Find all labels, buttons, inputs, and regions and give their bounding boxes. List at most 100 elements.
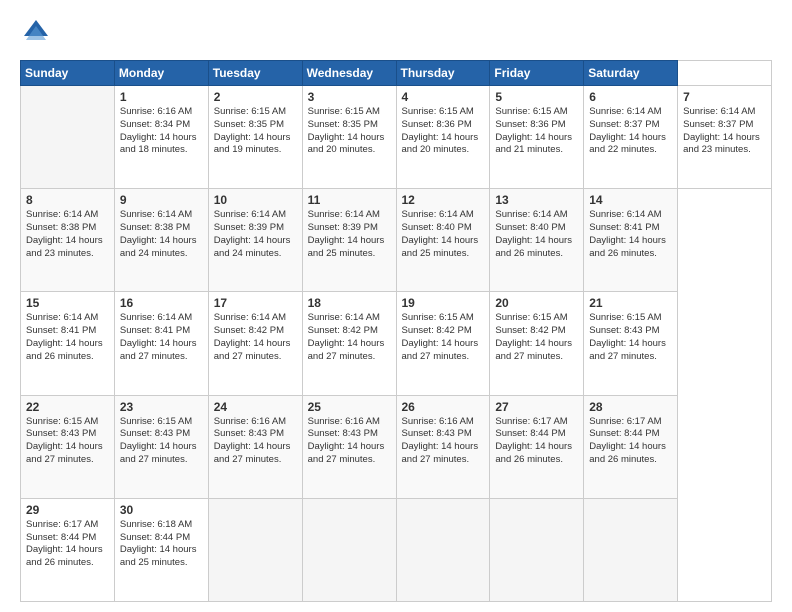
cell-details: Sunrise: 6:16 AMSunset: 8:43 PMDaylight:… (402, 416, 485, 467)
day-number: 1 (120, 90, 203, 104)
cell-details: Sunrise: 6:15 AMSunset: 8:42 PMDaylight:… (495, 312, 578, 363)
day-number: 6 (589, 90, 672, 104)
day-number: 22 (26, 400, 109, 414)
day-number: 26 (402, 400, 485, 414)
day-number: 12 (402, 193, 485, 207)
calendar-cell (302, 498, 396, 601)
day-number: 3 (308, 90, 391, 104)
cell-details: Sunrise: 6:16 AMSunset: 8:43 PMDaylight:… (214, 416, 297, 467)
page: SundayMondayTuesdayWednesdayThursdayFrid… (0, 0, 792, 612)
week-row-4: 29Sunrise: 6:17 AMSunset: 8:44 PMDayligh… (21, 498, 772, 601)
cell-details: Sunrise: 6:15 AMSunset: 8:35 PMDaylight:… (308, 106, 391, 157)
cell-details: Sunrise: 6:15 AMSunset: 8:43 PMDaylight:… (26, 416, 109, 467)
calendar-cell: 2 Sunrise: 6:15 AMSunset: 8:35 PMDaylight… (208, 86, 302, 189)
calendar-table: SundayMondayTuesdayWednesdayThursdayFrid… (20, 60, 772, 602)
calendar-cell: 25 Sunrise: 6:16 AMSunset: 8:43 PMDayligh… (302, 395, 396, 498)
cell-details: Sunrise: 6:14 AMSunset: 8:41 PMDaylight:… (589, 209, 672, 260)
cell-details: Sunrise: 6:14 AMSunset: 8:41 PMDaylight:… (26, 312, 109, 363)
week-row-1: 8 Sunrise: 6:14 AMSunset: 8:38 PMDaylight… (21, 189, 772, 292)
cell-details: Sunrise: 6:15 AMSunset: 8:36 PMDaylight:… (495, 106, 578, 157)
calendar-cell: 11 Sunrise: 6:14 AMSunset: 8:39 PMDayligh… (302, 189, 396, 292)
calendar-cell: 17 Sunrise: 6:14 AMSunset: 8:42 PMDayligh… (208, 292, 302, 395)
calendar-cell: 29Sunrise: 6:17 AMSunset: 8:44 PMDayligh… (21, 498, 115, 601)
calendar-cell: 15 Sunrise: 6:14 AMSunset: 8:41 PMDayligh… (21, 292, 115, 395)
day-header-sunday: Sunday (21, 61, 115, 86)
cell-details: Sunrise: 6:14 AMSunset: 8:42 PMDaylight:… (214, 312, 297, 363)
calendar-cell: 3 Sunrise: 6:15 AMSunset: 8:35 PMDaylight… (302, 86, 396, 189)
cell-details: Sunrise: 6:14 AMSunset: 8:40 PMDaylight:… (402, 209, 485, 260)
calendar-cell: 6 Sunrise: 6:14 AMSunset: 8:37 PMDaylight… (584, 86, 678, 189)
calendar-cell: 4 Sunrise: 6:15 AMSunset: 8:36 PMDaylight… (396, 86, 490, 189)
calendar-cell: 5 Sunrise: 6:15 AMSunset: 8:36 PMDaylight… (490, 86, 584, 189)
day-header-tuesday: Tuesday (208, 61, 302, 86)
cell-details: Sunrise: 6:17 AMSunset: 8:44 PMDaylight:… (589, 416, 672, 467)
calendar-cell: 20 Sunrise: 6:15 AMSunset: 8:42 PMDayligh… (490, 292, 584, 395)
week-row-0: 1 Sunrise: 6:16 AMSunset: 8:34 PMDaylight… (21, 86, 772, 189)
day-number: 7 (683, 90, 766, 104)
cell-details: Sunrise: 6:17 AMSunset: 8:44 PMDaylight:… (495, 416, 578, 467)
calendar-cell (208, 498, 302, 601)
day-number: 14 (589, 193, 672, 207)
cell-details: Sunrise: 6:14 AMSunset: 8:38 PMDaylight:… (26, 209, 109, 260)
calendar-cell: 23Sunrise: 6:15 AMSunset: 8:43 PMDayligh… (114, 395, 208, 498)
cell-details: Sunrise: 6:15 AMSunset: 8:43 PMDaylight:… (589, 312, 672, 363)
calendar-cell: 22 Sunrise: 6:15 AMSunset: 8:43 PMDayligh… (21, 395, 115, 498)
cell-details: Sunrise: 6:14 AMSunset: 8:41 PMDaylight:… (120, 312, 203, 363)
cell-details: Sunrise: 6:14 AMSunset: 8:39 PMDaylight:… (308, 209, 391, 260)
calendar-cell: 1 Sunrise: 6:16 AMSunset: 8:34 PMDaylight… (114, 86, 208, 189)
calendar-cell (584, 498, 678, 601)
cell-details: Sunrise: 6:14 AMSunset: 8:38 PMDaylight:… (120, 209, 203, 260)
calendar-cell (396, 498, 490, 601)
calendar-cell: 16Sunrise: 6:14 AMSunset: 8:41 PMDayligh… (114, 292, 208, 395)
calendar-cell: 10 Sunrise: 6:14 AMSunset: 8:39 PMDayligh… (208, 189, 302, 292)
day-header-wednesday: Wednesday (302, 61, 396, 86)
calendar-cell (490, 498, 584, 601)
day-number: 29 (26, 503, 109, 517)
day-number: 11 (308, 193, 391, 207)
cell-details: Sunrise: 6:15 AMSunset: 8:42 PMDaylight:… (402, 312, 485, 363)
day-header-thursday: Thursday (396, 61, 490, 86)
day-number: 2 (214, 90, 297, 104)
calendar-cell: 27Sunrise: 6:17 AMSunset: 8:44 PMDayligh… (490, 395, 584, 498)
day-number: 25 (308, 400, 391, 414)
day-number: 10 (214, 193, 297, 207)
calendar-cell: 13 Sunrise: 6:14 AMSunset: 8:40 PMDayligh… (490, 189, 584, 292)
cell-details: Sunrise: 6:15 AMSunset: 8:35 PMDaylight:… (214, 106, 297, 157)
day-number: 13 (495, 193, 578, 207)
week-row-3: 22 Sunrise: 6:15 AMSunset: 8:43 PMDayligh… (21, 395, 772, 498)
cell-details: Sunrise: 6:14 AMSunset: 8:39 PMDaylight:… (214, 209, 297, 260)
day-number: 28 (589, 400, 672, 414)
day-header-friday: Friday (490, 61, 584, 86)
day-number: 21 (589, 296, 672, 310)
day-number: 8 (26, 193, 109, 207)
calendar-cell: 21 Sunrise: 6:15 AMSunset: 8:43 PMDayligh… (584, 292, 678, 395)
cell-details: Sunrise: 6:14 AMSunset: 8:37 PMDaylight:… (589, 106, 672, 157)
calendar-cell: 9Sunrise: 6:14 AMSunset: 8:38 PMDaylight… (114, 189, 208, 292)
calendar-cell: 7 Sunrise: 6:14 AMSunset: 8:37 PMDaylight… (678, 86, 772, 189)
cell-details: Sunrise: 6:14 AMSunset: 8:42 PMDaylight:… (308, 312, 391, 363)
cell-details: Sunrise: 6:16 AMSunset: 8:43 PMDaylight:… (308, 416, 391, 467)
cell-details: Sunrise: 6:15 AMSunset: 8:36 PMDaylight:… (402, 106, 485, 157)
cell-details: Sunrise: 6:16 AMSunset: 8:34 PMDaylight:… (120, 106, 203, 157)
cell-details: Sunrise: 6:14 AMSunset: 8:37 PMDaylight:… (683, 106, 766, 157)
day-number: 17 (214, 296, 297, 310)
header (20, 18, 772, 50)
day-number: 5 (495, 90, 578, 104)
calendar-cell (21, 86, 115, 189)
calendar-cell: 26 Sunrise: 6:16 AMSunset: 8:43 PMDayligh… (396, 395, 490, 498)
header-row: SundayMondayTuesdayWednesdayThursdayFrid… (21, 61, 772, 86)
calendar-cell: 24Sunrise: 6:16 AMSunset: 8:43 PMDayligh… (208, 395, 302, 498)
day-header-saturday: Saturday (584, 61, 678, 86)
logo-icon (20, 18, 52, 50)
day-number: 15 (26, 296, 109, 310)
day-number: 4 (402, 90, 485, 104)
day-number: 20 (495, 296, 578, 310)
day-number: 30 (120, 503, 203, 517)
cell-details: Sunrise: 6:15 AMSunset: 8:43 PMDaylight:… (120, 416, 203, 467)
day-number: 18 (308, 296, 391, 310)
logo (20, 18, 56, 50)
cell-details: Sunrise: 6:14 AMSunset: 8:40 PMDaylight:… (495, 209, 578, 260)
calendar-cell: 28 Sunrise: 6:17 AMSunset: 8:44 PMDayligh… (584, 395, 678, 498)
day-number: 19 (402, 296, 485, 310)
day-header-monday: Monday (114, 61, 208, 86)
